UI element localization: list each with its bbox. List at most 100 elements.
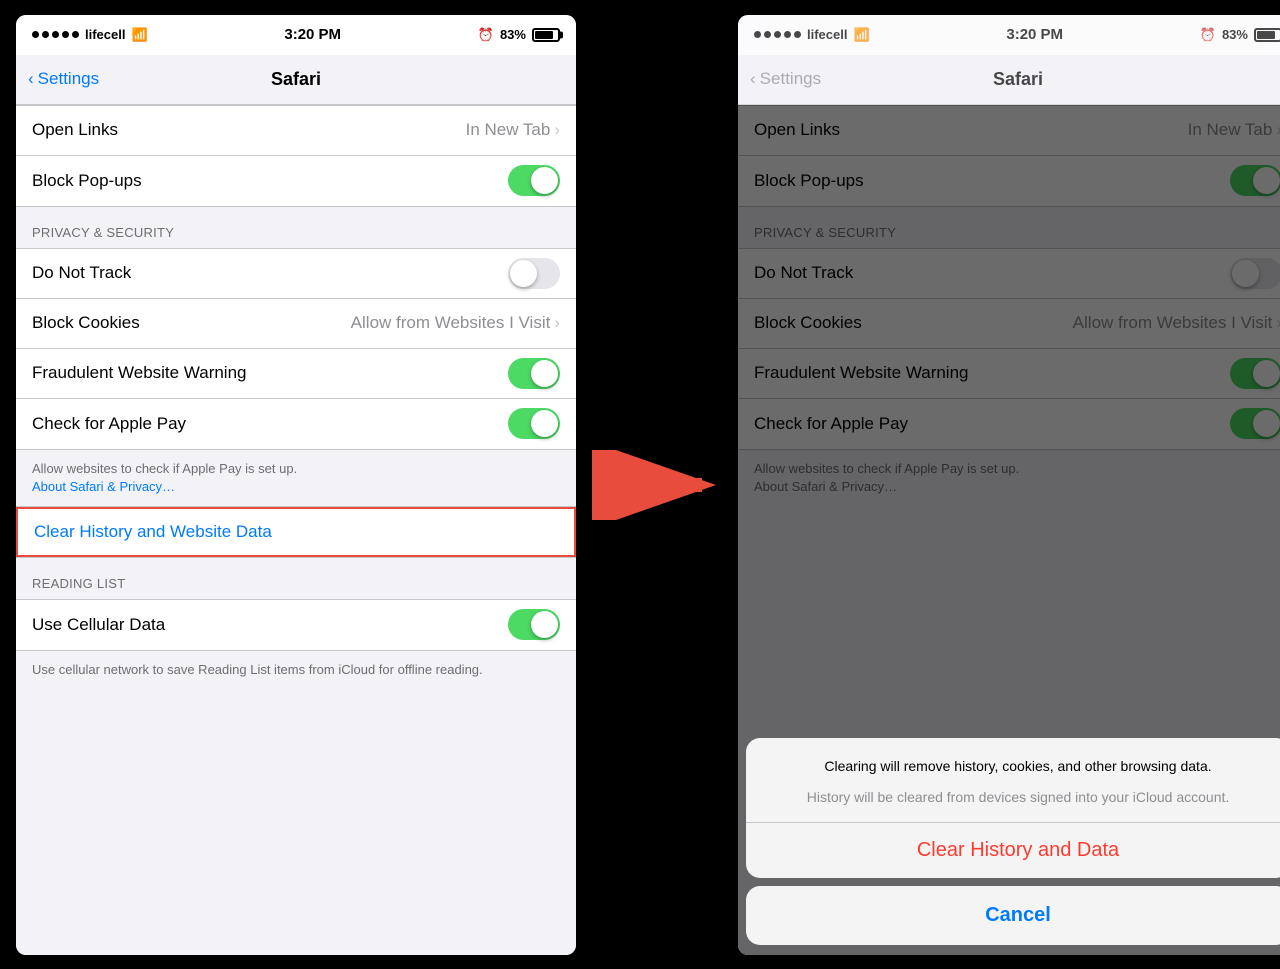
status-left: lifecell 📶 [32,27,148,43]
dot4r [784,31,791,38]
nav-bar-right: ‹ Settings Safari [738,55,1280,105]
about-safari-link[interactable]: About Safari & Privacy… [32,479,175,494]
back-chevron-right: ‹ [750,69,756,89]
group-privacy: Do Not Track Block Cookies Allow from We… [16,248,576,450]
back-button-right[interactable]: ‹ Settings [750,69,821,89]
toggle-knob [531,167,558,194]
block-cookies-chevron: › [554,313,560,333]
carrier-label-right: lifecell [807,27,847,42]
dot5r [794,31,801,38]
block-popups-label: Block Pop-ups [32,171,142,191]
modal-message-text2: History will be cleared from devices sig… [762,787,1274,808]
footer-reading-text: Use cellular network to save Reading Lis… [16,651,576,689]
arrow-icon [592,450,722,520]
back-label: Settings [38,69,99,89]
fraudulent-warning-toggle[interactable] [508,358,560,389]
block-cookies-value: Allow from Websites I Visit › [351,313,560,333]
open-links-chevron: › [554,120,560,140]
dot1 [32,31,39,38]
signal-dots [32,31,79,38]
clear-history-action[interactable]: Clear History and Data [746,823,1280,878]
page-title-right: Safari [993,69,1043,90]
group-top: Open Links In New Tab › Block Pop-ups [16,105,576,207]
open-links-val-text: In New Tab [466,120,551,140]
page-title-left: Safari [271,69,321,90]
row-cellular-data: Use Cellular Data [16,600,576,650]
settings-content-left: Open Links In New Tab › Block Pop-ups PR… [16,105,576,955]
toggle-knob [531,360,558,387]
back-button-left[interactable]: ‹ Settings [28,69,99,89]
modal-overlay: Clearing will remove history, cookies, a… [738,105,1280,955]
battery-icon [532,28,560,42]
modal-sheet: Clearing will remove history, cookies, a… [738,738,1280,955]
row-block-cookies[interactable]: Block Cookies Allow from Websites I Visi… [16,299,576,349]
battery-fill [535,31,553,39]
signal-dots-right [754,31,801,38]
row-block-popups: Block Pop-ups [16,156,576,206]
clear-history-label: Clear History and Website Data [34,522,272,542]
fraudulent-warning-label: Fraudulent Website Warning [32,363,247,383]
block-cookies-label: Block Cookies [32,313,140,333]
apple-pay-label: Check for Apple Pay [32,414,186,434]
time-display-right: 3:20 PM [1006,26,1063,43]
row-open-links[interactable]: Open Links In New Tab › [16,106,576,156]
battery-fill-right [1257,31,1275,39]
toggle-knob [531,611,558,638]
back-label-right: Settings [760,69,821,89]
reading-section-header: READING LIST [16,558,576,599]
row-apple-pay: Check for Apple Pay [16,399,576,449]
open-links-label: Open Links [32,120,118,140]
alarm-icon-right: ⏰ [1200,27,1216,43]
footer-privacy-text: Allow websites to check if Apple Pay is … [16,450,576,506]
privacy-section-header: PRIVACY & SECURITY [16,207,576,248]
dot2 [42,31,49,38]
do-not-track-toggle[interactable] [508,258,560,289]
status-bar-right: lifecell 📶 3:20 PM ⏰ 83% [738,15,1280,55]
dot2r [764,31,771,38]
cellular-data-label: Use Cellular Data [32,615,165,635]
status-right-right: ⏰ 83% [1200,27,1280,43]
wifi-icon-right: 📶 [853,27,869,43]
phone-screen-left: lifecell 📶 3:20 PM ⏰ 83% ‹ Settings Safa… [16,15,576,955]
dot3r [774,31,781,38]
cellular-data-toggle[interactable] [508,609,560,640]
toggle-knob [510,260,537,287]
nav-bar-left: ‹ Settings Safari [16,55,576,105]
modal-message-text1: Clearing will remove history, cookies, a… [762,756,1274,777]
footer-privacy-content: Allow websites to check if Apple Pay is … [32,461,297,476]
group-clear-history: Clear History and Website Data [16,506,576,558]
group-reading: Use Cellular Data [16,599,576,651]
settings-content-right: Open Links In New Tab › Block Pop-ups PR… [738,105,1280,955]
phone-screen-right: lifecell 📶 3:20 PM ⏰ 83% ‹ Settings Safa… [738,15,1280,955]
dot5 [72,31,79,38]
block-cookies-val-text: Allow from Websites I Visit [351,313,551,333]
screens-container: lifecell 📶 3:20 PM ⏰ 83% ‹ Settings Safa… [0,0,1280,969]
status-right: ⏰ 83% [478,27,560,43]
dot3 [52,31,59,38]
cancel-button[interactable]: Cancel [746,886,1280,945]
modal-message: Clearing will remove history, cookies, a… [746,738,1280,823]
carrier-label: lifecell [85,27,125,42]
battery-percent-right: 83% [1222,27,1248,42]
row-do-not-track: Do Not Track [16,249,576,299]
wifi-icon: 📶 [131,27,147,43]
apple-pay-toggle[interactable] [508,408,560,439]
modal-cancel-card: Cancel [746,886,1280,945]
alarm-icon: ⏰ [478,27,494,43]
toggle-knob [531,410,558,437]
back-chevron: ‹ [28,69,34,89]
arrow-container [592,450,722,520]
row-fraudulent-warning: Fraudulent Website Warning [16,349,576,399]
time-display: 3:20 PM [284,26,341,43]
status-left-right: lifecell 📶 [754,27,870,43]
open-links-value: In New Tab › [466,120,560,140]
row-clear-history[interactable]: Clear History and Website Data [16,507,576,557]
footer-reading-content: Use cellular network to save Reading Lis… [32,662,483,677]
status-bar-left: lifecell 📶 3:20 PM ⏰ 83% [16,15,576,55]
dot4 [62,31,69,38]
do-not-track-label: Do Not Track [32,263,131,283]
dot1r [754,31,761,38]
battery-icon-right [1254,28,1280,42]
battery-percent: 83% [500,27,526,42]
block-popups-toggle[interactable] [508,165,560,196]
